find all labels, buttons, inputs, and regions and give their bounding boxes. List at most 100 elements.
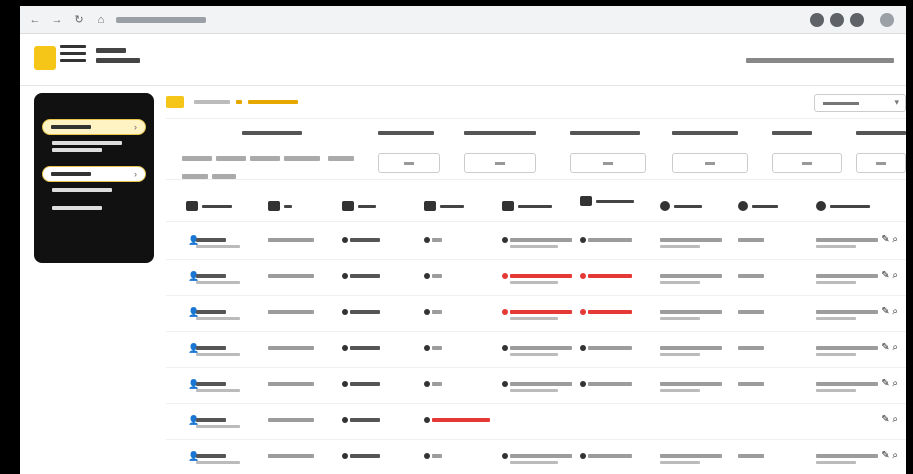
browser-toolbar: ← → ↻ ⌂	[20, 6, 906, 34]
column-header[interactable]	[596, 199, 634, 203]
row-name[interactable]	[196, 274, 226, 278]
user-email[interactable]	[746, 58, 894, 63]
row-name[interactable]	[196, 346, 226, 350]
home-icon[interactable]: ⌂	[94, 13, 108, 27]
column-icon	[816, 201, 826, 211]
address-bar[interactable]	[116, 13, 816, 27]
row-name[interactable]	[196, 310, 226, 314]
table-header	[166, 192, 906, 222]
status-dot-icon	[502, 237, 508, 243]
filter-input[interactable]	[378, 153, 440, 173]
row-name[interactable]	[196, 382, 226, 386]
status-dot-icon	[580, 237, 586, 243]
table-row[interactable]: 👤 ✎ ⌕	[166, 298, 906, 332]
extension-icon[interactable]	[850, 13, 864, 27]
column-header[interactable]	[752, 204, 778, 208]
filter-panel	[166, 118, 906, 180]
status-dot-icon	[580, 345, 586, 351]
filter-input[interactable]	[856, 153, 906, 173]
row-field-sub	[816, 245, 856, 248]
table-row[interactable]: 👤 ✎ ⌕	[166, 406, 906, 440]
row-name[interactable]	[196, 454, 226, 458]
row-field	[350, 238, 380, 242]
row-status	[510, 274, 572, 278]
row-actions[interactable]: ✎ ⌕	[881, 342, 898, 353]
forward-icon[interactable]: →	[50, 13, 64, 27]
row-status-badge	[432, 418, 490, 422]
column-header[interactable]	[830, 204, 870, 208]
column-header[interactable]	[358, 204, 376, 208]
column-header[interactable]	[674, 204, 702, 208]
sidebar-item-1[interactable]: ›	[42, 119, 146, 135]
column-header[interactable]	[202, 204, 232, 208]
column-header[interactable]	[518, 204, 552, 208]
status-dot-icon	[580, 453, 586, 459]
row-field	[738, 382, 764, 386]
column-header[interactable]	[284, 204, 292, 208]
row-field	[660, 310, 722, 314]
row-actions[interactable]: ✎ ⌕	[881, 378, 898, 389]
sidebar-item-2[interactable]	[52, 141, 122, 145]
status-dot-icon	[502, 273, 508, 279]
filter-label	[772, 131, 812, 135]
breadcrumb-separator	[236, 100, 242, 104]
table-row[interactable]: 👤 ✎ ⌕	[166, 370, 906, 404]
sidebar-item-5[interactable]	[52, 206, 102, 210]
row-field	[588, 454, 632, 458]
row-actions[interactable]: ✎ ⌕	[881, 270, 898, 281]
filter-input[interactable]	[772, 153, 842, 173]
row-field	[816, 454, 878, 458]
row-actions[interactable]: ✎ ⌕	[881, 306, 898, 317]
row-field-sub	[816, 353, 856, 356]
row-field	[738, 238, 764, 242]
reload-icon[interactable]: ↻	[72, 13, 86, 27]
row-field	[660, 382, 722, 386]
row-status	[510, 310, 572, 314]
filter-dropdown[interactable]: ▾	[814, 94, 906, 112]
extension-icon[interactable]	[830, 13, 844, 27]
row-actions[interactable]: ✎ ⌕	[881, 450, 898, 461]
home-icon[interactable]	[166, 96, 184, 108]
table-row[interactable]: 👤 ✎ ⌕	[166, 442, 906, 474]
filter-input[interactable]	[570, 153, 646, 173]
row-name-sub	[196, 461, 240, 464]
row-field	[432, 238, 442, 242]
filter-input[interactable]	[464, 153, 536, 173]
table-row[interactable]: 👤 ✎ ⌕	[166, 334, 906, 368]
chevron-icon: ›	[134, 169, 137, 179]
row-actions[interactable]: ✎ ⌕	[881, 414, 898, 425]
multi-select-input[interactable]	[182, 153, 372, 181]
profile-icon[interactable]	[880, 13, 894, 27]
status-dot-icon	[424, 417, 430, 423]
row-id	[268, 418, 314, 422]
table-row[interactable]: 👤 ✎ ⌕	[166, 262, 906, 296]
row-name-sub	[196, 425, 240, 428]
status-dot-icon	[342, 417, 348, 423]
row-field	[432, 454, 442, 458]
row-actions[interactable]: ✎ ⌕	[881, 234, 898, 245]
app-title	[96, 48, 140, 68]
filter-label	[570, 131, 640, 135]
sidebar-item-4[interactable]	[52, 188, 112, 192]
column-icon	[580, 196, 592, 206]
row-name-sub	[196, 281, 240, 284]
extension-icon[interactable]	[810, 13, 824, 27]
breadcrumb-item[interactable]	[194, 100, 230, 104]
row-field	[432, 382, 442, 386]
back-icon[interactable]: ←	[28, 13, 42, 27]
column-header[interactable]	[440, 204, 464, 208]
sidebar-item-3-active[interactable]: ›	[42, 166, 146, 182]
row-field-sub	[660, 353, 700, 356]
row-name[interactable]	[196, 238, 226, 242]
table-row[interactable]: 👤 ✎ ⌕	[166, 226, 906, 260]
row-field	[432, 310, 442, 314]
row-field	[588, 346, 632, 350]
row-status-sub	[510, 389, 558, 392]
row-name[interactable]	[196, 418, 226, 422]
column-icon	[660, 201, 670, 211]
filter-input[interactable]	[672, 153, 748, 173]
row-field-sub	[660, 461, 700, 464]
row-field	[816, 238, 878, 242]
status-dot-icon	[580, 273, 586, 279]
row-field	[350, 454, 380, 458]
